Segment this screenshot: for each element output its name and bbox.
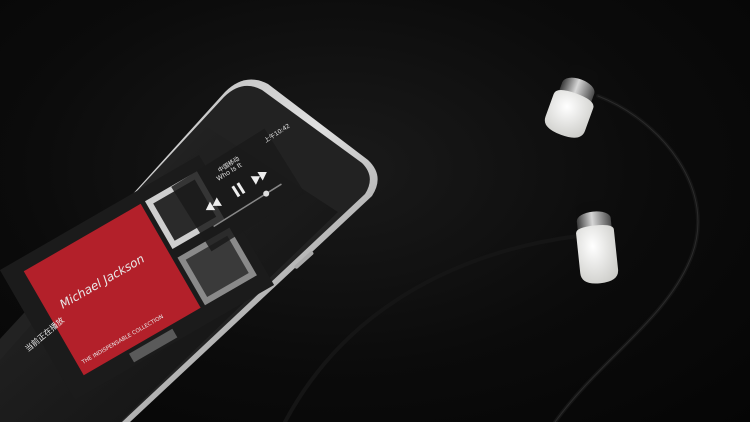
product-photo: Michael Jackson THE INDISPENSABLE COLLEC… (0, 64, 700, 422)
earbud-right (575, 200, 619, 284)
eartip (576, 225, 619, 284)
earbud-left (544, 64, 599, 138)
